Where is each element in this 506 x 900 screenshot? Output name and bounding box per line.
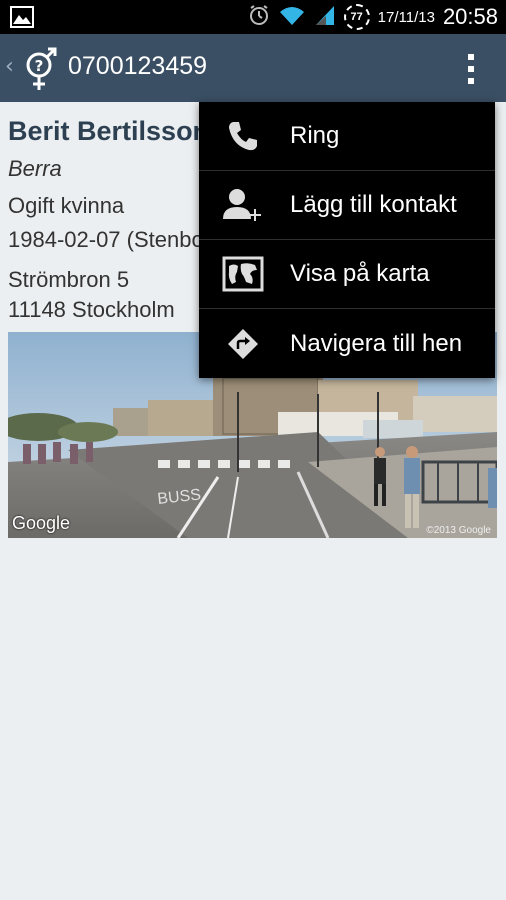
menu-label-ring: Ring xyxy=(290,122,340,149)
menu-item-show-on-map[interactable]: Visa på karta xyxy=(199,240,495,309)
overflow-menu-icon[interactable] xyxy=(466,54,476,84)
status-bar: 77 17/11/13 20:58 xyxy=(0,0,506,34)
menu-item-add-contact[interactable]: Lägg till kontakt xyxy=(199,171,495,240)
status-date: 17/11/13 xyxy=(377,8,435,26)
menu-item-navigate[interactable]: Navigera till hen xyxy=(199,309,495,378)
status-time: 20:58 xyxy=(442,4,498,29)
signal-icon xyxy=(314,4,336,30)
address-city: 11148 Stockholm xyxy=(8,297,175,322)
action-bar: ‹ ? 0700123459 xyxy=(0,34,506,102)
add-contact-icon xyxy=(221,185,265,225)
gender-symbol-icon[interactable]: ? xyxy=(22,46,60,96)
menu-label-show-on-map: Visa på karta xyxy=(290,260,430,287)
wifi-icon xyxy=(278,4,306,30)
contact-nickname: Berra xyxy=(8,156,62,181)
google-watermark: Google xyxy=(12,513,71,533)
back-chevron-icon[interactable]: ‹ xyxy=(5,54,14,79)
alarm-icon xyxy=(248,4,270,30)
phone-icon xyxy=(221,116,265,156)
map-icon xyxy=(221,254,265,294)
menu-label-add-contact: Lägg till kontakt xyxy=(290,191,457,218)
menu-label-navigate: Navigera till hen xyxy=(290,329,463,357)
gallery-notification-icon xyxy=(10,6,34,32)
civil-status: Ogift kvinna xyxy=(8,193,125,218)
svg-text:?: ? xyxy=(35,57,44,75)
contact-name: Berit Bertilsson xyxy=(8,116,210,146)
overflow-popup-menu: Ring Lägg till kontakt Visa på karta Nav… xyxy=(199,102,495,378)
phone-number-title: 0700123459 xyxy=(68,52,208,80)
menu-item-ring[interactable]: Ring xyxy=(199,102,495,171)
map-copyright: ©2013 Google xyxy=(426,525,491,536)
birth-info: 1984-02-07 (Stenbock xyxy=(8,227,226,252)
address-street: Strömbron 5 xyxy=(8,267,130,292)
battery-icon: 77 xyxy=(343,4,370,30)
directions-icon xyxy=(221,324,265,364)
